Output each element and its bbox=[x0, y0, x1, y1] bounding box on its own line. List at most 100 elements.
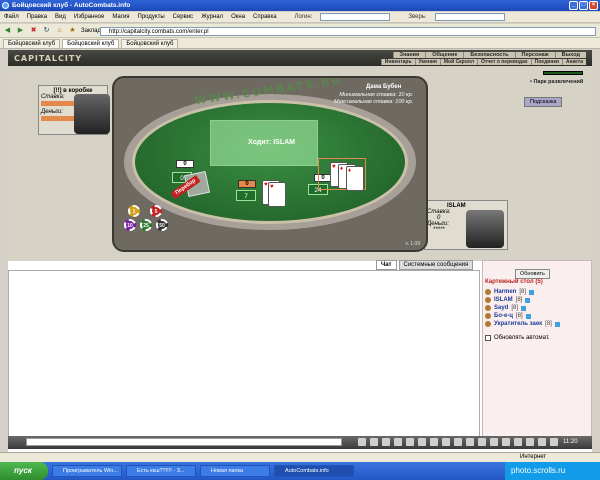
chip-25[interactable]: 25 bbox=[140, 219, 152, 231]
hint-button[interactable]: Подсказка bbox=[524, 97, 563, 107]
menu-view[interactable]: Вид bbox=[55, 14, 66, 20]
list-item[interactable]: Укратитель заек [8] bbox=[485, 320, 560, 328]
close-button[interactable]: × bbox=[589, 1, 598, 10]
browser-tabs: Бойцовский клуб Бойцовский клуб Бойцовск… bbox=[0, 38, 600, 49]
refresh-button[interactable]: Обновить bbox=[515, 269, 550, 279]
minimize-button[interactable]: _ bbox=[569, 1, 578, 10]
home-icon[interactable]: ⌂ bbox=[55, 26, 64, 35]
room-title: Картежный стол (5) bbox=[485, 279, 543, 285]
chat-action-icon[interactable] bbox=[550, 438, 558, 446]
chip-50[interactable]: 50 bbox=[156, 219, 168, 231]
login-field[interactable] bbox=[320, 13, 391, 21]
nav-skills[interactable]: Умения bbox=[414, 59, 440, 65]
taskbar-item[interactable]: Есть ккш??!!!! - З... bbox=[126, 465, 196, 477]
chat-action-icon[interactable] bbox=[490, 438, 498, 446]
taskbar-item[interactable]: Проигрыватель Win... bbox=[52, 465, 122, 477]
refresh-icon[interactable]: ↻ bbox=[42, 26, 51, 35]
bookmarks-star-icon[interactable]: ★ bbox=[68, 26, 77, 35]
chat-action-icon[interactable] bbox=[370, 438, 378, 446]
chat-action-icon[interactable] bbox=[442, 438, 450, 446]
chat-action-icon[interactable] bbox=[394, 438, 402, 446]
auto-refresh-option[interactable]: Обновлять автомат. bbox=[485, 335, 550, 341]
chat-action-icon[interactable] bbox=[418, 438, 426, 446]
chat-tabs: Чат Системные сообщения bbox=[376, 260, 474, 270]
info-icon[interactable] bbox=[525, 313, 531, 319]
nav-duels[interactable]: Поединки bbox=[530, 59, 562, 65]
info-icon[interactable] bbox=[525, 297, 531, 303]
nav-exit[interactable]: Выход bbox=[554, 52, 586, 58]
chat-toolbar-icons bbox=[358, 438, 558, 446]
chat-action-icon[interactable] bbox=[526, 438, 534, 446]
chat-action-icon[interactable] bbox=[430, 438, 438, 446]
player-name[interactable]: Sayd bbox=[494, 304, 508, 312]
menu-edit[interactable]: Правка bbox=[27, 14, 47, 20]
tab-system-messages[interactable]: Системные сообщения bbox=[398, 260, 474, 270]
chat-action-icon[interactable] bbox=[478, 438, 486, 446]
turn-indicator: Ходит: ISLAM bbox=[248, 139, 295, 146]
chat-input-bar: 11:20 bbox=[8, 436, 592, 449]
tab-3[interactable]: Бойцовский клуб bbox=[121, 39, 179, 48]
chat-action-icon[interactable] bbox=[358, 438, 366, 446]
chat-action-icon[interactable] bbox=[466, 438, 474, 446]
left-player-avatar bbox=[74, 94, 110, 134]
menu-help[interactable]: Справка bbox=[253, 14, 277, 20]
chat-action-icon[interactable] bbox=[538, 438, 546, 446]
game-version: v. 1.09 bbox=[405, 241, 420, 247]
stop-icon[interactable]: ✖ bbox=[29, 26, 38, 35]
taskbar-item[interactable]: Новая папка bbox=[200, 465, 270, 477]
nav-security[interactable]: Безопасность bbox=[463, 52, 514, 58]
tab-2[interactable]: Бойцовский клуб bbox=[62, 39, 120, 48]
chip-5[interactable]: 5 bbox=[150, 205, 162, 217]
player-name[interactable]: Бо-е-ц bbox=[494, 312, 513, 320]
chip-1[interactable]: 1 bbox=[128, 205, 140, 217]
chat-input[interactable] bbox=[26, 438, 342, 446]
auto-refresh-label: Обновлять автомат. bbox=[494, 335, 550, 341]
tab-1[interactable]: Бойцовский клуб bbox=[3, 39, 61, 48]
start-button[interactable]: пуск bbox=[0, 462, 48, 480]
taskbar-item[interactable]: AutoCombats.info bbox=[274, 465, 354, 477]
chat-action-icon[interactable] bbox=[514, 438, 522, 446]
nav-communication[interactable]: Общение bbox=[425, 52, 463, 58]
beast-field[interactable] bbox=[434, 13, 505, 21]
player-name[interactable]: Harmen bbox=[494, 288, 516, 296]
nav-profile[interactable]: Анкета bbox=[561, 59, 586, 65]
menu-magic[interactable]: Магия bbox=[112, 14, 129, 20]
chip-10[interactable]: 10 bbox=[124, 219, 136, 231]
menu-windows[interactable]: Окна bbox=[231, 14, 245, 20]
list-item[interactable]: Harmen [8] bbox=[485, 288, 560, 296]
lower-panel: Чат Системные сообщения Обновить Картежн… bbox=[8, 260, 592, 446]
list-item[interactable]: Бо-е-ц [8] bbox=[485, 312, 560, 320]
nav-inventory[interactable]: Инвентарь bbox=[380, 59, 415, 65]
chat-action-icon[interactable] bbox=[454, 438, 462, 446]
chat-action-icon[interactable] bbox=[502, 438, 510, 446]
menu-journal[interactable]: Журнал bbox=[201, 14, 223, 20]
menu-file[interactable]: Файл bbox=[4, 14, 19, 20]
list-item[interactable]: ISLAM [8] bbox=[485, 296, 560, 304]
menu-favorites[interactable]: Избранное bbox=[74, 14, 104, 20]
list-item[interactable]: Sayd [8] bbox=[485, 304, 560, 312]
player-name[interactable]: ISLAM bbox=[494, 296, 513, 304]
forward-arrow-icon[interactable]: ▶ bbox=[16, 26, 25, 35]
park-link[interactable]: • Парк развлечений bbox=[530, 79, 583, 85]
chat-action-icon[interactable] bbox=[382, 438, 390, 446]
info-icon[interactable] bbox=[554, 321, 560, 327]
nav-knowledge[interactable]: Знания bbox=[392, 52, 426, 58]
islam-card: ♦ bbox=[346, 166, 364, 191]
address-bar[interactable]: http://capitalcity.combats.com/enter.pl bbox=[100, 27, 596, 36]
chat-action-icon[interactable] bbox=[406, 438, 414, 446]
maximize-button[interactable]: □ bbox=[579, 1, 588, 10]
auto-refresh-checkbox[interactable] bbox=[485, 335, 491, 341]
player-name[interactable]: Укратитель заек bbox=[494, 320, 542, 328]
mid-bet-box: 0 bbox=[238, 180, 256, 188]
info-icon[interactable] bbox=[521, 305, 527, 311]
health-bar bbox=[543, 71, 583, 75]
tab-chat[interactable]: Чат bbox=[376, 260, 397, 270]
nav-my-scroll[interactable]: Мой Скролл bbox=[439, 59, 477, 65]
nav-transfers[interactable]: Отчет о переводах bbox=[477, 59, 531, 65]
back-arrow-icon[interactable]: ◀ bbox=[3, 26, 12, 35]
info-icon[interactable] bbox=[529, 289, 535, 295]
nav-character[interactable]: Персонаж bbox=[514, 52, 555, 58]
stake-limits: Минимальная ставка: 10 кр. Максимальная … bbox=[334, 92, 413, 106]
menu-products[interactable]: Продукты bbox=[138, 14, 165, 20]
menu-service[interactable]: Сервис bbox=[173, 14, 194, 20]
